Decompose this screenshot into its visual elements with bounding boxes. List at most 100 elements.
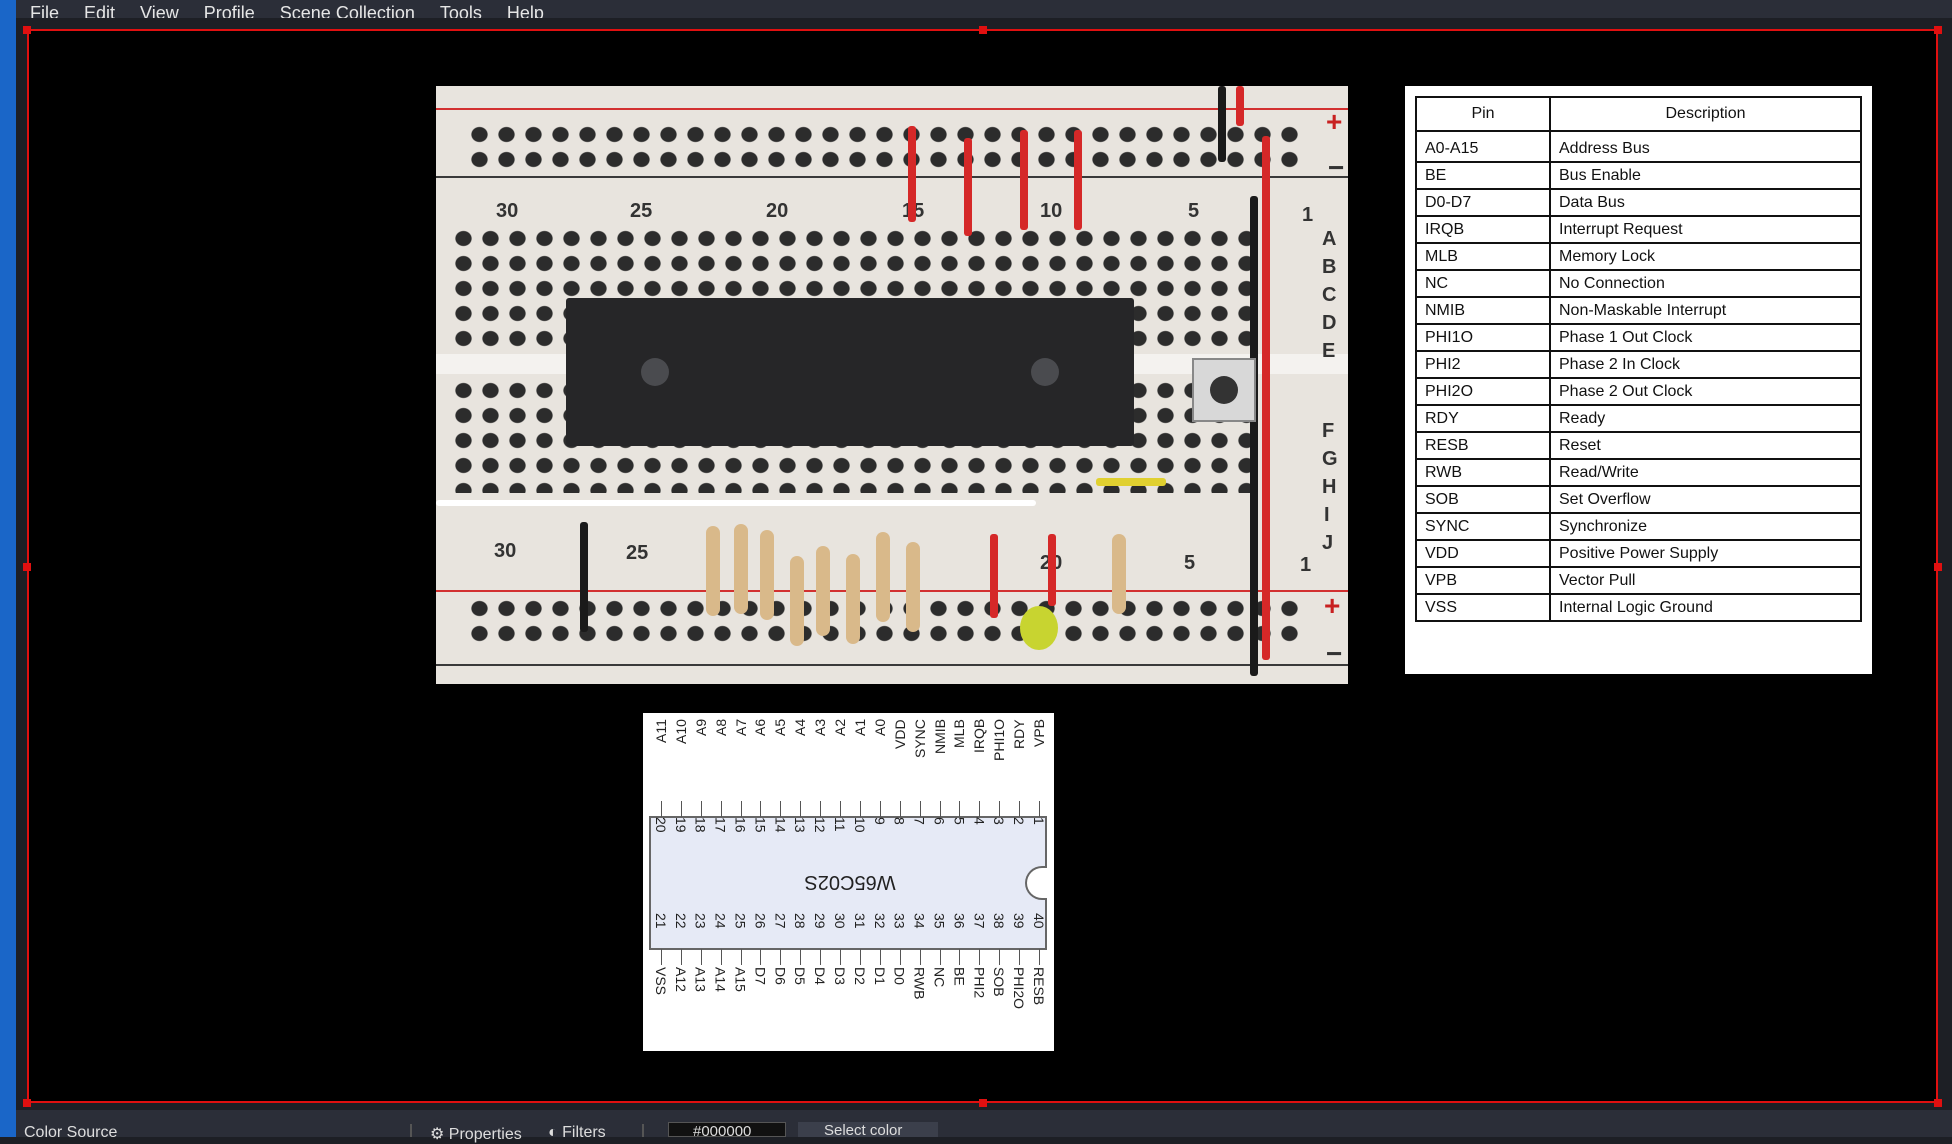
chip-pin-lead <box>919 949 921 965</box>
pin-description-table[interactable]: Pin Description A0-A15 Address Bus BE Bus E… <box>1405 86 1872 674</box>
col-number: 1 <box>1300 554 1312 576</box>
resize-handle[interactable] <box>23 563 31 571</box>
resize-handle[interactable] <box>1934 26 1942 34</box>
row-letter: G <box>1322 448 1338 470</box>
chip-pin-lead <box>840 801 841 817</box>
rail-minus-label: − <box>1326 638 1343 669</box>
chip-pin-number: 25 <box>732 913 749 929</box>
chip-pin-label: BE <box>951 967 968 986</box>
resize-handle[interactable] <box>1934 1099 1942 1107</box>
menu-item-view[interactable]: View <box>140 4 179 18</box>
chip-pin-label: A14 <box>712 967 729 992</box>
row-letter: E <box>1322 340 1336 362</box>
chip-pin-number: 28 <box>792 913 809 929</box>
pin-name-cell: PHI1O <box>1415 323 1551 352</box>
row-letter: J <box>1322 532 1334 554</box>
chip-pin-lead <box>720 801 722 817</box>
resize-handle[interactable] <box>979 26 987 34</box>
pin-name-cell: VPB <box>1415 566 1551 595</box>
pin-name-cell: PHI2O <box>1415 377 1551 406</box>
table-row: NC No Connection <box>1415 269 1862 298</box>
table-row: RDY Ready <box>1415 404 1862 433</box>
pin-name-cell: RDY <box>1415 404 1551 433</box>
red-wire <box>964 138 972 236</box>
resistor <box>760 530 774 620</box>
chip-pin-lead <box>820 801 822 817</box>
pin-description-cell: Interrupt Request <box>1549 215 1862 244</box>
chip-pin-label: D5 <box>792 967 809 985</box>
menu-item-help[interactable]: Help <box>507 4 544 18</box>
breadboard-photo[interactable]: 30 25 20 15 10 5 1 30 25 20 5 1 A B C D … <box>436 86 1348 684</box>
chip-pin-number: 8 <box>891 817 908 825</box>
chip-pin-label: SYNC <box>911 719 928 758</box>
chip-pin-number: 9 <box>871 817 888 825</box>
chip-pin-lead <box>919 801 921 817</box>
cpu-chip <box>566 298 1134 446</box>
chip-pin-lead <box>680 949 682 965</box>
chip-pinout-diagram[interactable]: W65C02S VPB 1 RDY 2 PHI1O 3 IRQB 4 MLB 5 NMIB 6 SYNC… <box>643 713 1054 1051</box>
bottom-red-rail <box>436 590 1348 592</box>
white-wire <box>436 500 1036 506</box>
chip-pin-lead <box>840 949 841 965</box>
resize-handle[interactable] <box>23 26 31 34</box>
menu-item-tools[interactable]: Tools <box>440 4 482 18</box>
chip-pin-label: PHI2O <box>1011 967 1028 1010</box>
resize-handle[interactable] <box>979 1099 987 1107</box>
gear-icon: ⚙ <box>430 1126 445 1143</box>
row-letter: D <box>1322 312 1337 334</box>
table-row: A0-A15 Address Bus <box>1415 130 1862 163</box>
col-number: 25 <box>626 542 649 564</box>
chip-pin-number: 38 <box>991 913 1008 929</box>
pin-name-cell: PHI2 <box>1415 350 1551 379</box>
chip-pin-label: VSS <box>652 967 669 996</box>
chip-pin-lead <box>979 949 981 965</box>
menu-item-scene-collection[interactable]: Scene Collection <box>280 4 415 18</box>
chip-pin-lead <box>680 801 682 817</box>
col-number: 30 <box>496 200 519 222</box>
chip-pin-lead <box>859 801 861 817</box>
preview-canvas[interactable]: 30 25 20 15 10 5 1 30 25 20 5 1 A B C D … <box>28 30 1938 1103</box>
resistor <box>846 554 860 644</box>
menu-item-edit[interactable]: Edit <box>84 4 115 18</box>
row-letter: H <box>1322 476 1337 498</box>
chip-pin-lead <box>720 949 722 965</box>
chip-pin-lead <box>740 801 742 817</box>
source-toolbar: Color Source ⚙ Properties ◐ Filters #000… <box>16 1110 1952 1143</box>
color-value-field[interactable]: #000000 <box>668 1122 786 1137</box>
chip-pin-label: A8 <box>712 719 729 737</box>
select-color-button[interactable]: Select color <box>798 1122 938 1137</box>
chip-pin-number: 19 <box>672 817 689 833</box>
chip-pin-label: IRQB <box>971 719 988 754</box>
filters-button[interactable]: ◐ Filters <box>548 1124 606 1142</box>
table-row: SYNC Synchronize <box>1415 512 1862 541</box>
resize-handle[interactable] <box>23 1099 31 1107</box>
table-row: PHI2 Phase 2 In Clock <box>1415 350 1862 379</box>
chip-pin-number: 37 <box>971 913 988 929</box>
chip-pin-lead <box>999 801 1001 817</box>
chip-pin-lead <box>899 801 901 817</box>
menu-item-profile[interactable]: Profile <box>204 4 255 18</box>
menu-item-file[interactable]: File <box>30 4 59 18</box>
top-blue-rail <box>436 176 1348 178</box>
chip-pin-label: NC <box>931 967 948 988</box>
chip-pin-label: A10 <box>672 719 689 744</box>
pin-description-cell: Phase 1 Out Clock <box>1549 323 1862 352</box>
table-row: SOB Set Overflow <box>1415 485 1862 514</box>
column-header-description: Description <box>1549 96 1862 132</box>
table-row: PHI2O Phase 2 Out Clock <box>1415 377 1862 406</box>
chip-pin-lead <box>879 801 881 817</box>
pin-name-cell: VDD <box>1415 539 1551 568</box>
table-row: NMIB Non-Maskable Interrupt <box>1415 296 1862 325</box>
menu-bar: File Edit View Profile Scene Collection Tools… <box>16 0 1952 18</box>
resistor <box>816 546 830 636</box>
resistor <box>706 526 720 616</box>
chip-pin-number: 34 <box>911 913 928 929</box>
red-wire <box>908 126 916 222</box>
chip-pin-number: 26 <box>752 913 769 929</box>
pin-description-cell: No Connection <box>1549 269 1862 298</box>
chip-pin-label: A5 <box>772 719 789 737</box>
red-wire <box>1074 130 1082 230</box>
resize-handle[interactable] <box>1934 563 1942 571</box>
properties-button[interactable]: ⚙ Properties <box>430 1124 522 1144</box>
chip-pin-number: 5 <box>951 817 968 825</box>
